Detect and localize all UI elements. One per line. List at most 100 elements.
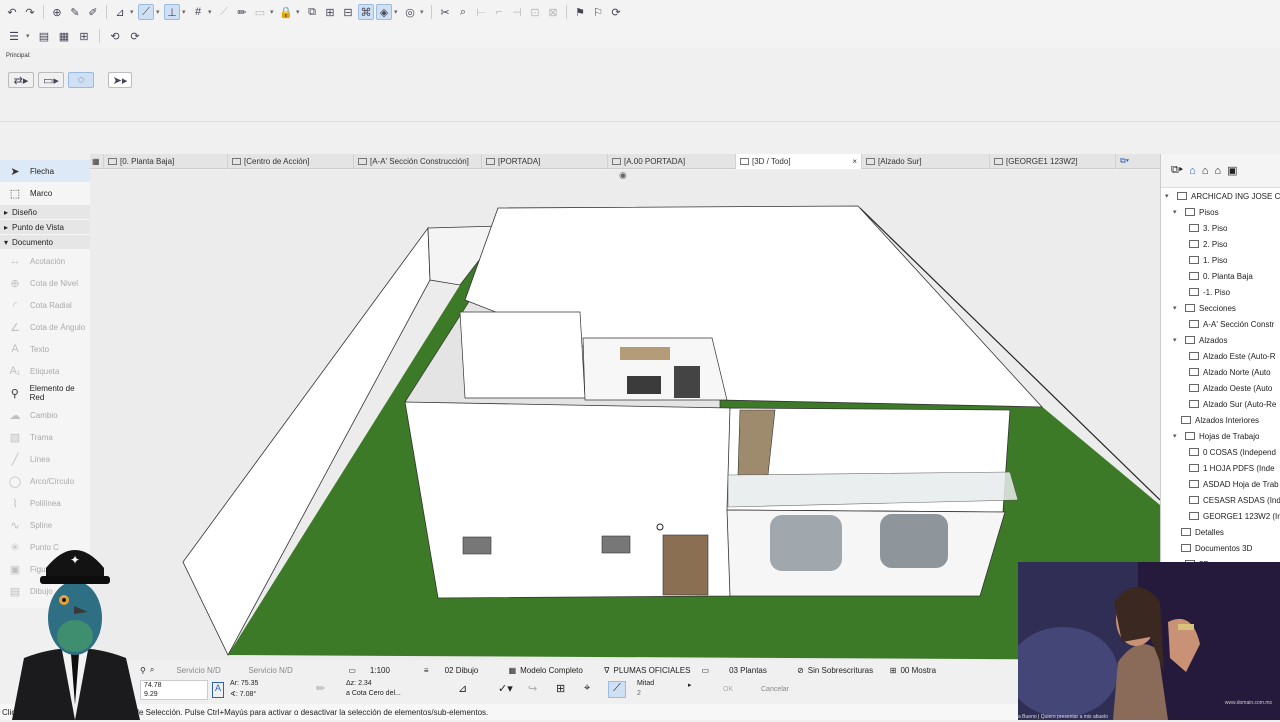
element-info-icon[interactable]: ⊞ — [322, 4, 338, 20]
view-map-icon[interactable]: ▤ — [36, 28, 52, 44]
chevron-down-icon[interactable]: ▾ — [270, 8, 276, 16]
check-icon[interactable]: ✓▾ — [498, 682, 513, 695]
layer-combination-select[interactable]: 02 Dibujo — [445, 666, 505, 675]
nav-interior-elevations[interactable]: Alzados Interiores — [1165, 412, 1280, 428]
publisher-icon[interactable]: ⊞ — [76, 28, 92, 44]
layer-settings-icon[interactable]: ☰ — [6, 28, 22, 44]
angle-icon[interactable]: ⊿ — [458, 682, 467, 695]
nav-story[interactable]: 2. Piso — [1165, 236, 1280, 252]
tab-centro-accion[interactable]: [Centro de Acción] — [228, 153, 354, 169]
marker-icon[interactable]: ⚐ — [590, 4, 606, 20]
display-select[interactable]: 00 Mostra — [900, 666, 936, 675]
tab-planta-baja[interactable]: [0. Planta Baja] — [104, 153, 228, 169]
eyedropper-icon[interactable]: ✎ — [67, 4, 83, 20]
scissors-icon[interactable]: ✂ — [437, 4, 453, 20]
tool-arrow[interactable]: ➤ Flecha — [0, 160, 90, 182]
tool-linea[interactable]: ╱ Línea — [0, 448, 90, 470]
adjust-icon[interactable]: ⊡ — [527, 4, 543, 20]
tab-3d-todo[interactable]: [3D / Todo] × — [736, 153, 862, 169]
chevron-down-icon[interactable]: ▾ — [26, 32, 32, 40]
chevron-down-icon[interactable]: ▾ — [420, 8, 426, 16]
chevron-down-icon[interactable]: ▾ — [182, 8, 188, 16]
chevron-down-icon[interactable]: ▾ — [156, 8, 162, 16]
tab-a00-portada[interactable]: [A.00 PORTADA] — [608, 153, 736, 169]
undo-icon[interactable]: ↶ — [4, 4, 20, 20]
lock-icon[interactable]: 🔒 — [278, 4, 294, 20]
group-punto-vista[interactable]: ▸ Punto de Vista — [0, 220, 90, 234]
grid-snap-icon[interactable]: # — [190, 4, 206, 20]
snap-divisions[interactable]: 2 — [637, 690, 641, 697]
layout-icon[interactable]: ▭ — [252, 4, 268, 20]
nav-worksheet[interactable]: 0 COSAS (Independ — [1165, 444, 1280, 460]
layout-book-icon[interactable]: ▦ — [56, 28, 72, 44]
chevron-down-icon[interactable]: ▾ — [296, 8, 302, 16]
nav-elevation[interactable]: Alzado Sur (Auto-Re — [1165, 396, 1280, 412]
offset-icon[interactable]: ⊢ — [473, 4, 489, 20]
nav-worksheets-folder[interactable]: ▾ Hojas de Trabajo — [1165, 428, 1280, 444]
curve-icon[interactable]: ↪ — [528, 682, 537, 695]
nav-elevations-folder[interactable]: ▾ Alzados — [1165, 332, 1280, 348]
absolute-reference-icon[interactable]: A — [212, 682, 224, 698]
chevron-down-icon[interactable]: ▾ — [208, 8, 214, 16]
tool-marquee[interactable]: ⬚ Marco — [0, 182, 90, 204]
selection-method-icon[interactable]: ⇄▸ — [8, 72, 34, 88]
tool-cota-nivel[interactable]: ⊕ Cota de Nivel — [0, 272, 90, 294]
tool-etiqueta[interactable]: A₁ Etiqueta — [0, 360, 90, 382]
tool-cambio[interactable]: ☁ Cambio — [0, 404, 90, 426]
tool-polilinea[interactable]: ⌇ Polilínea — [0, 492, 90, 514]
tab-seccion[interactable]: [A-A' Sección Construcción] — [354, 153, 482, 169]
tool-elemento-red[interactable]: ⚲ Elemento de Red — [0, 382, 90, 404]
nav-sections-folder[interactable]: ▾ Secciones — [1165, 300, 1280, 316]
tool-cota-radial[interactable]: ◜ Cota Radial — [0, 294, 90, 316]
chevron-down-icon[interactable]: ▾ — [130, 8, 136, 16]
renovation-filter-select[interactable]: Sin Sobrescrituras — [808, 666, 886, 675]
tab-overview-icon[interactable]: ▦ — [90, 153, 104, 169]
fillet-icon[interactable]: ⌐ — [491, 4, 507, 20]
xy-coordinates[interactable]: 74.78 9.29 — [140, 680, 208, 700]
snap-point-icon[interactable]: ⊞ — [556, 682, 565, 695]
nav-elevation[interactable]: Alzado Este (Auto-R — [1165, 348, 1280, 364]
teamwork-icon[interactable]: ⟲ — [107, 28, 123, 44]
graphic-override-select[interactable]: 03 Plantas — [729, 666, 793, 675]
snap-guides-icon[interactable]: ⊥ — [164, 4, 180, 20]
nav-elevation[interactable]: Alzado Norte (Auto — [1165, 364, 1280, 380]
split-icon[interactable]: ⊣ — [509, 4, 525, 20]
tool-cota-angulo[interactable]: ∠ Cota de Ángulo — [0, 316, 90, 338]
zoom-icon[interactable]: ⌕ — [150, 665, 154, 675]
group-diseno[interactable]: ▸ Diseño — [0, 205, 90, 219]
tool-arco-circulo[interactable]: ◯ Arco/Círculo — [0, 470, 90, 492]
syringe-icon[interactable]: ✐ — [85, 4, 101, 20]
tab-list-icon[interactable]: ⧉▾ — [1116, 154, 1146, 169]
nav-elevation[interactable]: Alzado Oeste (Auto — [1165, 380, 1280, 396]
publisher-sets-icon[interactable]: ▣ — [1227, 164, 1237, 177]
find-select-icon[interactable]: ⊕ — [49, 4, 65, 20]
ok-button[interactable]: OK — [723, 686, 733, 693]
nav-details[interactable]: Detalles — [1165, 524, 1280, 540]
close-icon[interactable]: × — [852, 157, 857, 166]
tab-portada[interactable]: [PORTADA] — [482, 153, 608, 169]
nav-section[interactable]: A-A' Sección Constr — [1165, 316, 1280, 332]
nav-worksheet[interactable]: ASDAD Hoja de Trab — [1165, 476, 1280, 492]
view-map-icon[interactable]: ⌂ — [1202, 165, 1209, 177]
tool-acotacion[interactable]: ↔ Acotación — [0, 250, 90, 272]
stack-icon[interactable]: ◎ — [402, 4, 418, 20]
pencil-icon[interactable]: ✏ — [316, 682, 325, 695]
rotate-grid-icon[interactable]: ⟋ — [216, 4, 232, 20]
layer-icon[interactable]: ◈ — [376, 4, 392, 20]
suspend-groups-icon[interactable]: ⌘ — [358, 4, 374, 20]
tab-alzado-sur[interactable]: [Alzado Sur] — [862, 153, 990, 169]
building-3d-model[interactable] — [90, 170, 1160, 660]
pen-set-select[interactable]: PLUMAS OFICIALES — [614, 666, 698, 675]
layout-book-icon[interactable]: ⌂ — [1214, 165, 1221, 177]
dz-value[interactable]: Δz: 2.34 — [346, 680, 372, 687]
nav-worksheet[interactable]: 1 HOJA PDFS (Inde — [1165, 460, 1280, 476]
magic-wand-icon[interactable]: ⌕ — [455, 4, 471, 20]
special-snap-icon[interactable]: ⌖ — [584, 682, 590, 695]
snap-mode-label[interactable]: Mitad — [637, 680, 654, 687]
trim-icon[interactable]: ⊟ — [340, 4, 356, 20]
guide-lines-icon[interactable]: ⟋ — [138, 4, 154, 20]
nav-story[interactable]: 1. Piso — [1165, 252, 1280, 268]
nav-stories-folder[interactable]: ▾ Pisos — [1165, 204, 1280, 220]
tool-trama[interactable]: ▨ Trama — [0, 426, 90, 448]
nav-story[interactable]: -1. Piso — [1165, 284, 1280, 300]
